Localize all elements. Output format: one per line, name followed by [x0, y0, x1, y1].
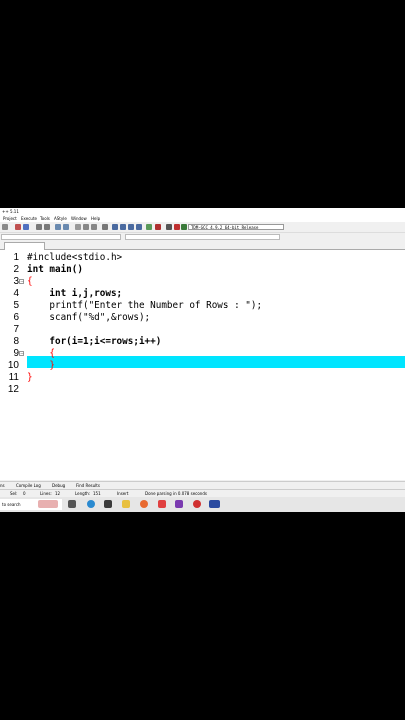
status-message: Done parsing in 0.078 seconds [145, 491, 207, 496]
line-number: 1 [13, 252, 19, 263]
line-number: 5 [13, 300, 19, 311]
sel-value: 0 [23, 491, 26, 496]
insert-mode: Insert [117, 491, 129, 496]
unindent-icon[interactable] [91, 224, 97, 230]
code-text: } [27, 360, 55, 371]
code-line: 9 − { [0, 348, 405, 360]
sel-label: Sel: [10, 491, 18, 496]
file-tab[interactable]: [*] Untitled1.cpp [4, 242, 46, 259]
code-line: 4 int i,j,rows; [0, 288, 405, 300]
fold-minus-icon[interactable]: − [19, 351, 24, 357]
code-text: { [27, 348, 55, 359]
code-line: 5 printf("Enter the Number of Rows : "); [0, 300, 405, 312]
line-number: 10 [7, 360, 19, 371]
lines-value: 12 [55, 491, 61, 496]
title-bar: ++ 5.11 [0, 208, 405, 215]
undo-icon[interactable] [15, 224, 21, 230]
length-label: Length: [75, 491, 91, 496]
code-text: #include<stdio.h> [27, 252, 123, 263]
code-line: 8 for(i=1;i<=rows;i++) [0, 336, 405, 348]
compile-icon[interactable] [112, 224, 118, 230]
task-view-icon[interactable] [68, 500, 76, 508]
line-number: 12 [7, 384, 19, 395]
search-placeholder: to search [2, 502, 21, 507]
code-text: scanf("%d",&rows); [27, 312, 151, 323]
stop-icon[interactable] [155, 224, 161, 230]
indent-icon[interactable] [83, 224, 89, 230]
store-icon[interactable] [104, 500, 112, 508]
code-line: 2 int main() [0, 264, 405, 276]
toolbar: TDM-GCC 4.9.2 64-bit Release [0, 222, 405, 233]
code-text: int i,j,rows; [27, 288, 123, 299]
code-text: { [27, 276, 33, 287]
app-icon[interactable] [175, 500, 183, 508]
code-text: int main() [27, 264, 83, 275]
debug-icon[interactable] [166, 224, 172, 230]
code-line: 3 − { [0, 276, 405, 288]
menu-window[interactable]: Window [71, 216, 87, 221]
code-line: 10 } [0, 360, 405, 372]
line-number: 9 [13, 348, 19, 359]
find-icon[interactable] [55, 224, 61, 230]
line-number: 4 [13, 288, 19, 299]
menu-astyle[interactable]: AStyle [54, 216, 67, 221]
print-icon[interactable] [2, 224, 8, 230]
code-text: for(i=1;i<=rows;i++) [27, 336, 162, 347]
profile-icon[interactable] [174, 224, 180, 230]
windows-taskbar: to search [0, 497, 405, 512]
run-icon[interactable] [120, 224, 126, 230]
dev-cpp-taskbar-icon[interactable] [209, 500, 220, 508]
line-number: 6 [13, 312, 19, 323]
menu-execute[interactable]: Execute [21, 216, 37, 221]
length-value: 151 [93, 491, 101, 496]
file-explorer-icon[interactable] [122, 500, 130, 508]
file-tab-strip: [*] Untitled1.cpp [0, 241, 405, 259]
code-editor[interactable]: 1 #include<stdio.h> 2 int main() 3 − { 4… [0, 250, 405, 480]
fold-minus-icon[interactable]: − [19, 279, 24, 285]
lines-label: Lines: [40, 491, 52, 496]
code-line: 11 } [0, 372, 405, 384]
toggle-comment-icon[interactable] [102, 224, 108, 230]
menu-project[interactable]: Project [3, 216, 17, 221]
app-icon[interactable] [158, 500, 166, 508]
menu-tools[interactable]: Tools [40, 216, 50, 221]
menu-bar: Project Execute Tools AStyle Window Help [0, 215, 405, 222]
code-line: 12 [0, 384, 405, 396]
tab-find-results[interactable]: Find Results [76, 483, 100, 488]
code-line: 6 scanf("%d",&rows); [0, 312, 405, 324]
line-number: 3 [13, 276, 19, 287]
redo-icon[interactable] [23, 224, 29, 230]
cut-icon[interactable] [36, 224, 42, 230]
menu-help[interactable]: Help [91, 216, 100, 221]
line-number: 8 [13, 336, 19, 347]
replace-icon[interactable] [63, 224, 69, 230]
line-number: 2 [13, 264, 19, 275]
code-line: 1 #include<stdio.h> [0, 252, 405, 264]
chart-icon[interactable] [181, 224, 187, 230]
rebuild-icon[interactable] [136, 224, 142, 230]
code-text: } [27, 372, 33, 383]
tab-debug[interactable]: Debug [52, 483, 65, 488]
app-icon[interactable] [193, 500, 201, 508]
copy-icon[interactable] [44, 224, 50, 230]
class-select[interactable] [1, 234, 121, 240]
edge-icon[interactable] [87, 500, 95, 508]
check-icon[interactable] [146, 224, 152, 230]
dev-cpp-window: ++ 5.11 Project Execute Tools AStyle Win… [0, 208, 405, 512]
compiler-select[interactable]: TDM-GCC 4.9.2 64-bit Release [188, 224, 284, 230]
line-number: 7 [13, 324, 19, 335]
line-number: 11 [8, 372, 19, 383]
code-line: 7 [0, 324, 405, 336]
class-browser-bar [0, 233, 405, 241]
firefox-icon[interactable] [140, 500, 148, 508]
tab-resources[interactable]: ns [0, 483, 5, 488]
member-select[interactable] [125, 234, 280, 240]
code-text: printf("Enter the Number of Rows : "); [27, 300, 263, 311]
goto-icon[interactable] [75, 224, 81, 230]
weather-widget-icon[interactable] [38, 500, 58, 508]
tab-compile-log[interactable]: Compile Log [16, 483, 41, 488]
compile-run-icon[interactable] [128, 224, 134, 230]
window-title: ++ 5.11 [2, 209, 19, 214]
